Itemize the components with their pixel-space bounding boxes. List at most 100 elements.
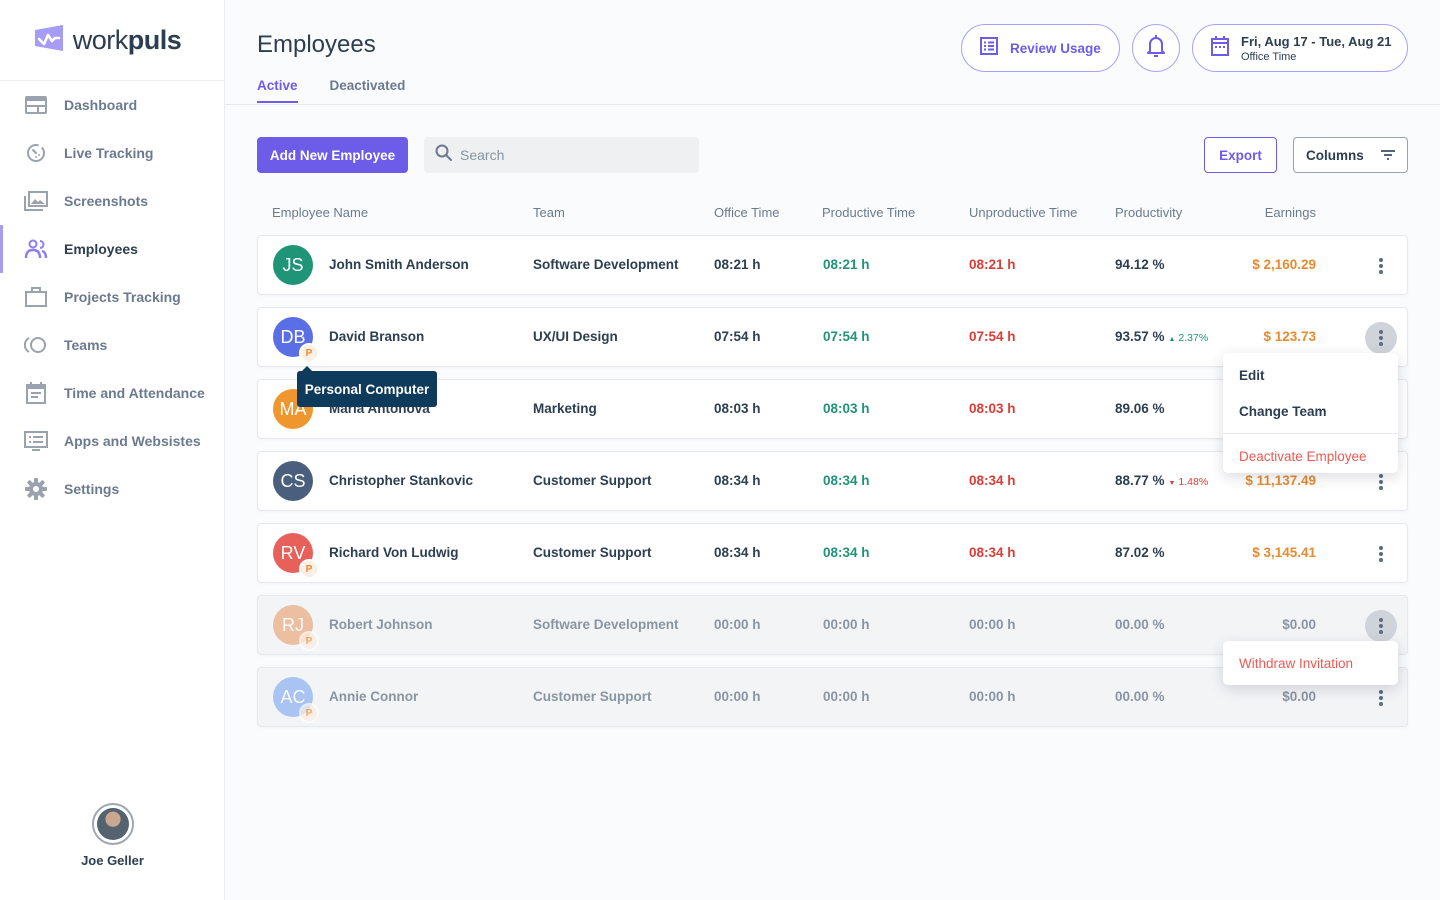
column-header-team[interactable]: Team — [533, 205, 565, 220]
avatar[interactable] — [91, 803, 134, 845]
more-options-button[interactable] — [1365, 610, 1397, 642]
tab-deactivated[interactable]: Deactivated — [330, 78, 406, 103]
employee-team: Software Development — [533, 257, 679, 272]
earnings: $ 11,137.49 — [1245, 473, 1316, 488]
avatar: CS — [273, 461, 313, 501]
sidebar-item-apps-and-websites[interactable]: Apps and Websistes — [0, 417, 224, 465]
employee-name[interactable]: John Smith Anderson — [329, 257, 469, 272]
employee-team: Customer Support — [533, 689, 652, 704]
column-header-employee-name[interactable]: Employee Name — [272, 205, 368, 220]
date-range-sub: Office Time — [1241, 50, 1297, 63]
personal-computer-badge[interactable]: P — [299, 631, 319, 651]
sidebar-item-settings[interactable]: Settings — [0, 465, 224, 513]
productivity-delta-down: ▼ 1.48% — [1168, 476, 1209, 488]
sidebar-item-screenshots[interactable]: Screenshots — [0, 177, 224, 225]
sidebar-item-dashboard[interactable]: Dashboard — [0, 81, 224, 129]
kebab-icon — [1379, 618, 1383, 634]
columns-button[interactable]: Columns — [1293, 137, 1408, 173]
column-header-productivity[interactable]: Productivity — [1115, 205, 1182, 220]
sidebar-nav: Dashboard Live Tracking Screenshots Empl… — [0, 81, 224, 513]
productive-time: 08:34 h — [823, 545, 870, 560]
column-header-productive-time[interactable]: Productive Time — [822, 205, 915, 220]
employee-team: Software Development — [533, 617, 679, 632]
employee-name[interactable]: Richard Von Ludwig — [329, 545, 459, 560]
earnings: $ 123.73 — [1263, 329, 1316, 344]
unproductive-time: 07:54 h — [969, 329, 1016, 344]
sidebar-item-projects-tracking[interactable]: Projects Tracking — [0, 273, 224, 321]
column-header-unproductive-time[interactable]: Unproductive Time — [969, 205, 1077, 220]
employee-team: UX/UI Design — [533, 329, 618, 344]
sidebar-item-employees[interactable]: Employees — [0, 225, 224, 273]
workpuls-logo-icon — [33, 24, 65, 56]
personal-computer-badge[interactable]: P — [299, 703, 319, 723]
unproductive-time: 08:21 h — [969, 257, 1016, 272]
earnings: $ 2,160.29 — [1252, 257, 1316, 272]
dashboard-icon — [24, 93, 48, 117]
office-time: 08:34 h — [714, 545, 761, 560]
logo[interactable]: workpuls — [0, 0, 224, 81]
table-row[interactable]: RV P Richard Von Ludwig Customer Support 08:… — [257, 523, 1408, 583]
date-range-picker[interactable]: Fri, Aug 17 - Tue, Aug 21 Office Time — [1192, 24, 1408, 72]
productivity: 00.00 % — [1115, 617, 1165, 632]
search-input[interactable] — [460, 147, 680, 163]
employee-team: Customer Support — [533, 473, 652, 488]
menu-item-edit[interactable]: Edit — [1223, 357, 1398, 393]
productive-time: 00:00 h — [823, 689, 870, 704]
avatar: JS — [273, 245, 313, 285]
more-options-button[interactable] — [1365, 250, 1397, 282]
kebab-icon — [1379, 474, 1383, 490]
productivity-delta-up: ▲ 2.37% — [1168, 332, 1209, 344]
employee-name[interactable]: David Branson — [329, 329, 424, 344]
sidebar-item-time-and-attendance[interactable]: Time and Attendance — [0, 369, 224, 417]
column-header-earnings[interactable]: Earnings — [1265, 205, 1316, 220]
productive-time: 00:00 h — [823, 617, 870, 632]
more-options-button[interactable] — [1365, 682, 1397, 714]
personal-computer-badge[interactable]: P — [299, 343, 319, 363]
productivity: 93.57 % ▲ 2.37% — [1115, 329, 1209, 344]
productive-time: 07:54 h — [823, 329, 870, 344]
unproductive-time: 00:00 h — [969, 617, 1016, 632]
more-options-button[interactable] — [1365, 322, 1397, 354]
user-profile[interactable]: Joe Geller — [0, 803, 225, 868]
productive-time: 08:03 h — [823, 401, 870, 416]
menu-divider — [1223, 433, 1398, 434]
employee-name[interactable]: Christopher Stankovic — [329, 473, 473, 488]
unproductive-time: 08:03 h — [969, 401, 1016, 416]
sidebar-item-live-tracking[interactable]: Live Tracking — [0, 129, 224, 177]
menu-item-change-team[interactable]: Change Team — [1223, 393, 1398, 429]
row-action-menu: Edit Change Team Deactivate Employee — [1223, 353, 1398, 473]
notifications-button[interactable] — [1132, 24, 1180, 72]
review-usage-button[interactable]: Review Usage — [961, 24, 1120, 72]
productivity: 94.12 % — [1115, 257, 1165, 272]
more-options-button[interactable] — [1365, 538, 1397, 570]
search-box[interactable] — [424, 137, 699, 173]
productive-time: 08:21 h — [823, 257, 870, 272]
export-button[interactable]: Export — [1204, 137, 1277, 173]
calendar-icon — [24, 381, 48, 405]
office-time: 08:21 h — [714, 257, 761, 272]
user-name: Joe Geller — [81, 853, 144, 868]
date-range-label: Fri, Aug 17 - Tue, Aug 21 — [1241, 33, 1392, 49]
employees-icon — [24, 237, 48, 261]
unproductive-time: 08:34 h — [969, 545, 1016, 560]
earnings: $0.00 — [1282, 617, 1316, 632]
kebab-icon — [1379, 546, 1383, 562]
menu-item-deactivate-employee[interactable]: Deactivate Employee — [1223, 438, 1398, 474]
column-header-office-time[interactable]: Office Time — [714, 205, 780, 220]
unproductive-time: 00:00 h — [969, 689, 1016, 704]
sidebar-item-teams[interactable]: Teams — [0, 321, 224, 369]
personal-computer-badge[interactable]: P — [299, 559, 319, 579]
page-header: Employees Active Deactivated Review Usag… — [225, 0, 1440, 105]
apps-icon — [24, 429, 48, 453]
teams-icon — [24, 333, 48, 357]
tab-active[interactable]: Active — [257, 78, 298, 103]
menu-item-withdraw-invitation[interactable]: Withdraw Invitation — [1223, 641, 1398, 685]
employee-name[interactable]: Annie Connor — [329, 689, 418, 704]
employee-name[interactable]: Robert Johnson — [329, 617, 433, 632]
add-new-employee-button[interactable]: Add New Employee — [257, 137, 408, 173]
productivity: 87.02 % — [1115, 545, 1165, 560]
briefcase-icon — [24, 285, 48, 309]
calendar-icon — [1211, 35, 1229, 61]
table-row[interactable]: JS John Smith Anderson Software Developmen… — [257, 235, 1408, 295]
productivity: 88.77 % ▼ 1.48% — [1115, 473, 1209, 488]
